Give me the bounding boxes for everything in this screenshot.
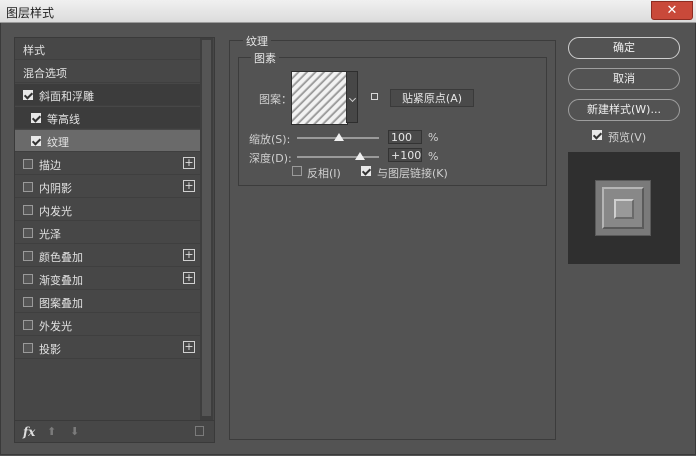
window-title: 图层样式 (6, 6, 55, 20)
style-item-gradient-overlay[interactable]: 渐变叠加 + (15, 268, 200, 290)
style-item-satin[interactable]: 光泽 (15, 222, 200, 244)
color-overlay-checkbox[interactable] (23, 251, 33, 261)
title-bar: 图层样式 ✕ (0, 0, 696, 23)
style-item-label: 内阴影 (39, 182, 72, 195)
close-button[interactable]: ✕ (651, 1, 693, 20)
add-gradient-overlay-icon[interactable]: + (183, 272, 195, 284)
link-with-layer-label: 与图层链接(K) (377, 167, 448, 180)
depth-input[interactable]: +100 (388, 148, 422, 162)
style-item-contour[interactable]: 等高线 (15, 107, 200, 129)
invert-label: 反相(I) (307, 167, 341, 180)
fx-icon[interactable]: fx (23, 425, 35, 439)
style-item-label: 等高线 (47, 113, 80, 126)
new-style-button[interactable]: 新建样式(W)... (568, 99, 680, 121)
satin-checkbox[interactable] (23, 228, 33, 238)
close-icon: ✕ (666, 3, 678, 18)
inner-glow-checkbox[interactable] (23, 205, 33, 215)
add-inner-shadow-icon[interactable]: + (183, 180, 195, 192)
style-item-label: 内发光 (39, 205, 72, 218)
snap-to-origin-button[interactable]: 贴紧原点(A) (390, 89, 474, 107)
texture-checkbox[interactable] (31, 136, 41, 146)
preview-label: 预览(V) (608, 131, 647, 144)
scale-label: 缩放(S): (249, 133, 291, 146)
inner-shadow-checkbox[interactable] (23, 182, 33, 192)
style-item-pattern-overlay[interactable]: 图案叠加 (15, 291, 200, 313)
pattern-overlay-checkbox[interactable] (23, 297, 33, 307)
style-item-styles[interactable]: 样式 (15, 38, 200, 60)
styles-scrollbar[interactable] (200, 38, 213, 420)
outer-glow-checkbox[interactable] (23, 320, 33, 330)
link-with-layer-checkbox[interactable] (361, 166, 371, 176)
pattern-label: 图案： (259, 93, 292, 106)
cancel-button[interactable]: 取消 (568, 68, 680, 90)
style-item-texture[interactable]: 纹理 (15, 130, 200, 152)
depth-percent: % (428, 150, 439, 163)
elements-subgroup-title: 图素 (251, 50, 279, 66)
depth-slider-track[interactable] (297, 156, 379, 158)
style-item-label: 投影 (39, 343, 61, 356)
style-item-bevel-emboss[interactable]: 斜面和浮雕 (15, 84, 200, 106)
style-item-label: 样式 (23, 44, 45, 57)
add-stroke-icon[interactable]: + (183, 157, 195, 169)
pattern-swatch[interactable] (291, 71, 348, 125)
gradient-overlay-checkbox[interactable] (23, 274, 33, 284)
invert-checkbox[interactable] (292, 166, 302, 176)
bevel-emboss-checkbox[interactable] (23, 90, 33, 100)
style-item-label: 颜色叠加 (39, 251, 83, 264)
scale-percent: % (428, 131, 439, 144)
style-item-label: 纹理 (47, 136, 69, 149)
style-item-label: 描边 (39, 159, 61, 172)
add-drop-shadow-icon[interactable]: + (183, 341, 195, 353)
ok-button[interactable]: 确定 (568, 37, 680, 59)
bevel-inner (614, 199, 634, 219)
style-item-inner-glow[interactable]: 内发光 (15, 199, 200, 221)
preview-bevel-swatch (595, 180, 651, 236)
depth-label: 深度(D): (249, 152, 292, 165)
scale-slider-thumb[interactable] (334, 133, 344, 141)
texture-group-title: 纹理 (243, 33, 271, 49)
style-item-label: 斜面和浮雕 (39, 90, 94, 103)
depth-slider-thumb[interactable] (355, 152, 365, 160)
style-item-color-overlay[interactable]: 颜色叠加 + (15, 245, 200, 267)
pattern-dropdown-chevron-icon[interactable] (346, 71, 358, 123)
style-item-blending-options[interactable]: 混合选项 (15, 61, 200, 83)
style-item-outer-glow[interactable]: 外发光 (15, 314, 200, 336)
style-item-drop-shadow[interactable]: 投影 + (15, 337, 200, 359)
styles-list-panel: 样式 混合选项 斜面和浮雕 等高线 纹理 描边 + 内阴影 + 内发光 光泽 颜… (14, 37, 215, 443)
style-item-label: 光泽 (39, 228, 61, 241)
contour-checkbox[interactable] (31, 113, 41, 123)
move-up-icon[interactable]: ⬆ (47, 425, 56, 438)
bevel-frame (602, 187, 644, 229)
style-item-label: 渐变叠加 (39, 274, 83, 287)
trash-icon[interactable] (195, 426, 204, 436)
scale-input[interactable]: 100 (388, 130, 422, 144)
style-item-label: 混合选项 (23, 67, 67, 80)
style-item-stroke[interactable]: 描边 + (15, 153, 200, 175)
style-item-inner-shadow[interactable]: 内阴影 + (15, 176, 200, 198)
stroke-checkbox[interactable] (23, 159, 33, 169)
style-item-label: 图案叠加 (39, 297, 83, 310)
style-item-label: 外发光 (39, 320, 72, 333)
preview-checkbox[interactable] (592, 130, 602, 140)
styles-footer: fx ⬆ ⬇ (15, 420, 214, 443)
scrollbar-thumb[interactable] (202, 40, 211, 416)
move-down-icon[interactable]: ⬇ (70, 425, 79, 438)
add-color-overlay-icon[interactable]: + (183, 249, 195, 261)
drop-shadow-checkbox[interactable] (23, 343, 33, 353)
new-preset-icon[interactable] (371, 93, 378, 100)
